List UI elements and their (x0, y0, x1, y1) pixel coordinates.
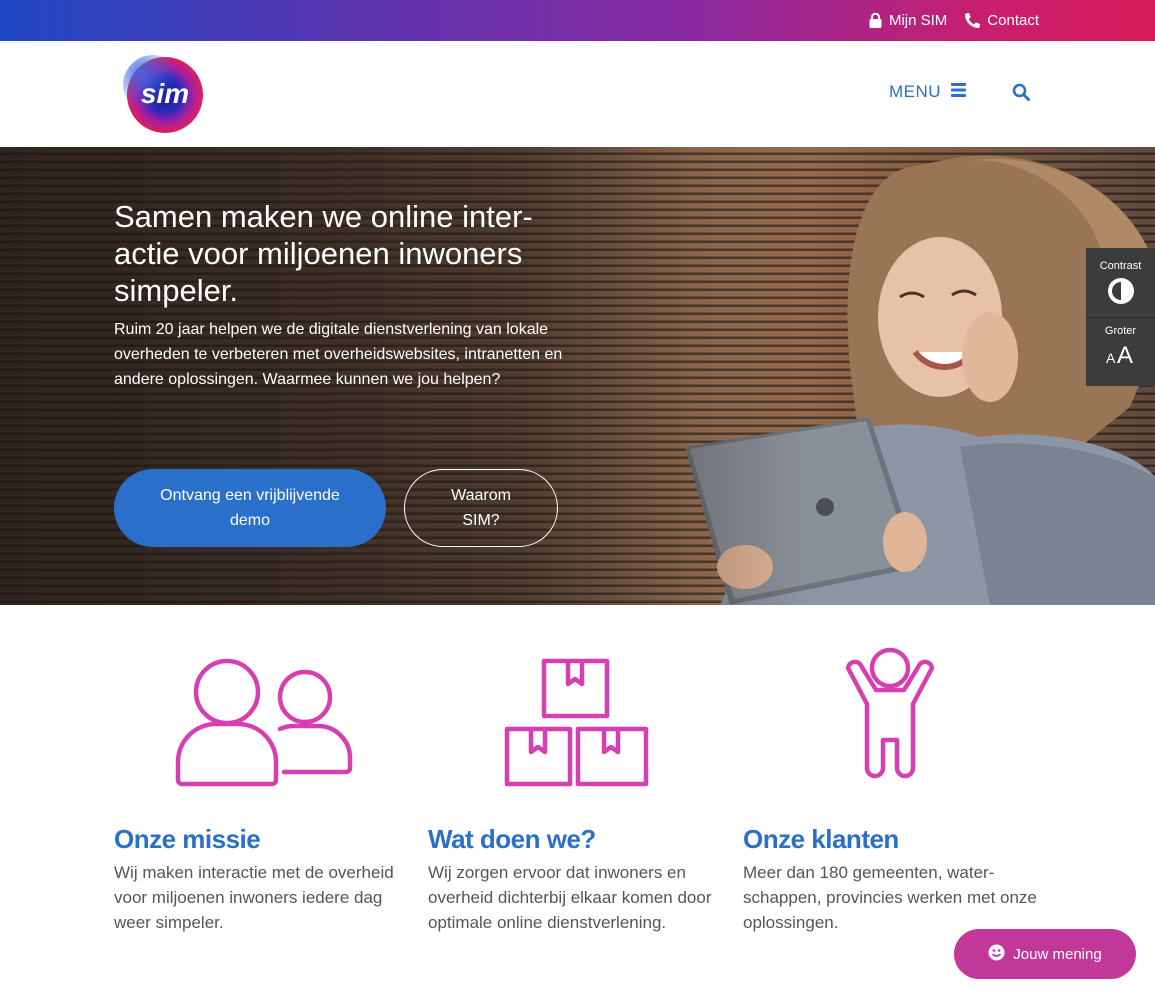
feedback-label: Jouw mening (1013, 945, 1102, 963)
mijn-sim-label: Mijn SIM (888, 12, 948, 29)
lock-icon (869, 13, 882, 28)
person-cheering-icon (743, 640, 1043, 800)
top-links: Mijn SIM Contact (869, 0, 1039, 41)
contact-label: Contact (987, 12, 1039, 29)
menu-button[interactable]: MENU (889, 82, 967, 102)
sim-logo[interactable]: sim (117, 55, 213, 135)
contrast-label: Contrast (1099, 260, 1142, 272)
panel-divider (1086, 317, 1155, 318)
feature-title: Onze missie (114, 824, 261, 854)
feature-text: Wij zorgen ervoor dat inwoners en overhe… (428, 863, 712, 932)
accessibility-panel: Contrast Groter AA (1086, 248, 1155, 386)
larger-label: Groter (1104, 325, 1137, 337)
feature-title: Wat doen we? (428, 824, 596, 854)
smiley-icon (988, 944, 1005, 965)
why-sim-button[interactable]: Waarom SIM? (404, 469, 558, 547)
site-header: sim MENU (0, 41, 1155, 147)
why-sim-label: Waarom SIM? (451, 487, 511, 529)
hamburger-icon (951, 82, 967, 102)
contact-link[interactable]: Contact (965, 12, 1039, 29)
hero-text: Ruim 20 jaar helpen we de digitale diens… (114, 321, 563, 388)
top-bar: Mijn SIM Contact (0, 0, 1155, 41)
svg-text:A: A (1106, 350, 1116, 366)
mijn-sim-link[interactable]: Mijn SIM (869, 12, 947, 29)
search-button[interactable] (1012, 83, 1030, 106)
menu-label: MENU (889, 82, 942, 101)
request-demo-label: Ontvang een vrijblijvende demo (160, 487, 340, 529)
contrast-toggle[interactable]: Contrast (1086, 260, 1155, 309)
phone-icon (965, 13, 981, 28)
svg-text:A: A (1117, 342, 1133, 367)
request-demo-button[interactable]: Ontvang een vrijblijvende demo (114, 469, 386, 547)
feature-text: Meer dan 180 gemeenten, water-schappen, … (743, 863, 1037, 932)
search-icon (1012, 83, 1030, 105)
font-size-icon: AA (1086, 339, 1155, 370)
people-icon (114, 640, 414, 800)
text-larger-toggle[interactable]: Groter AA (1086, 325, 1155, 370)
boxes-icon (428, 640, 728, 800)
feedback-button[interactable]: Jouw mening (954, 929, 1136, 979)
feature-title: Onze klanten (743, 824, 899, 854)
hero-title: Samen maken we online inter-actie voor m… (114, 199, 533, 308)
feature-text: Wij maken interactie met de overheid voo… (114, 863, 394, 932)
logo-text: sim (141, 78, 189, 109)
contrast-icon (1086, 276, 1155, 309)
hero-banner: Samen maken we online inter-actie voor m… (0, 147, 1155, 605)
